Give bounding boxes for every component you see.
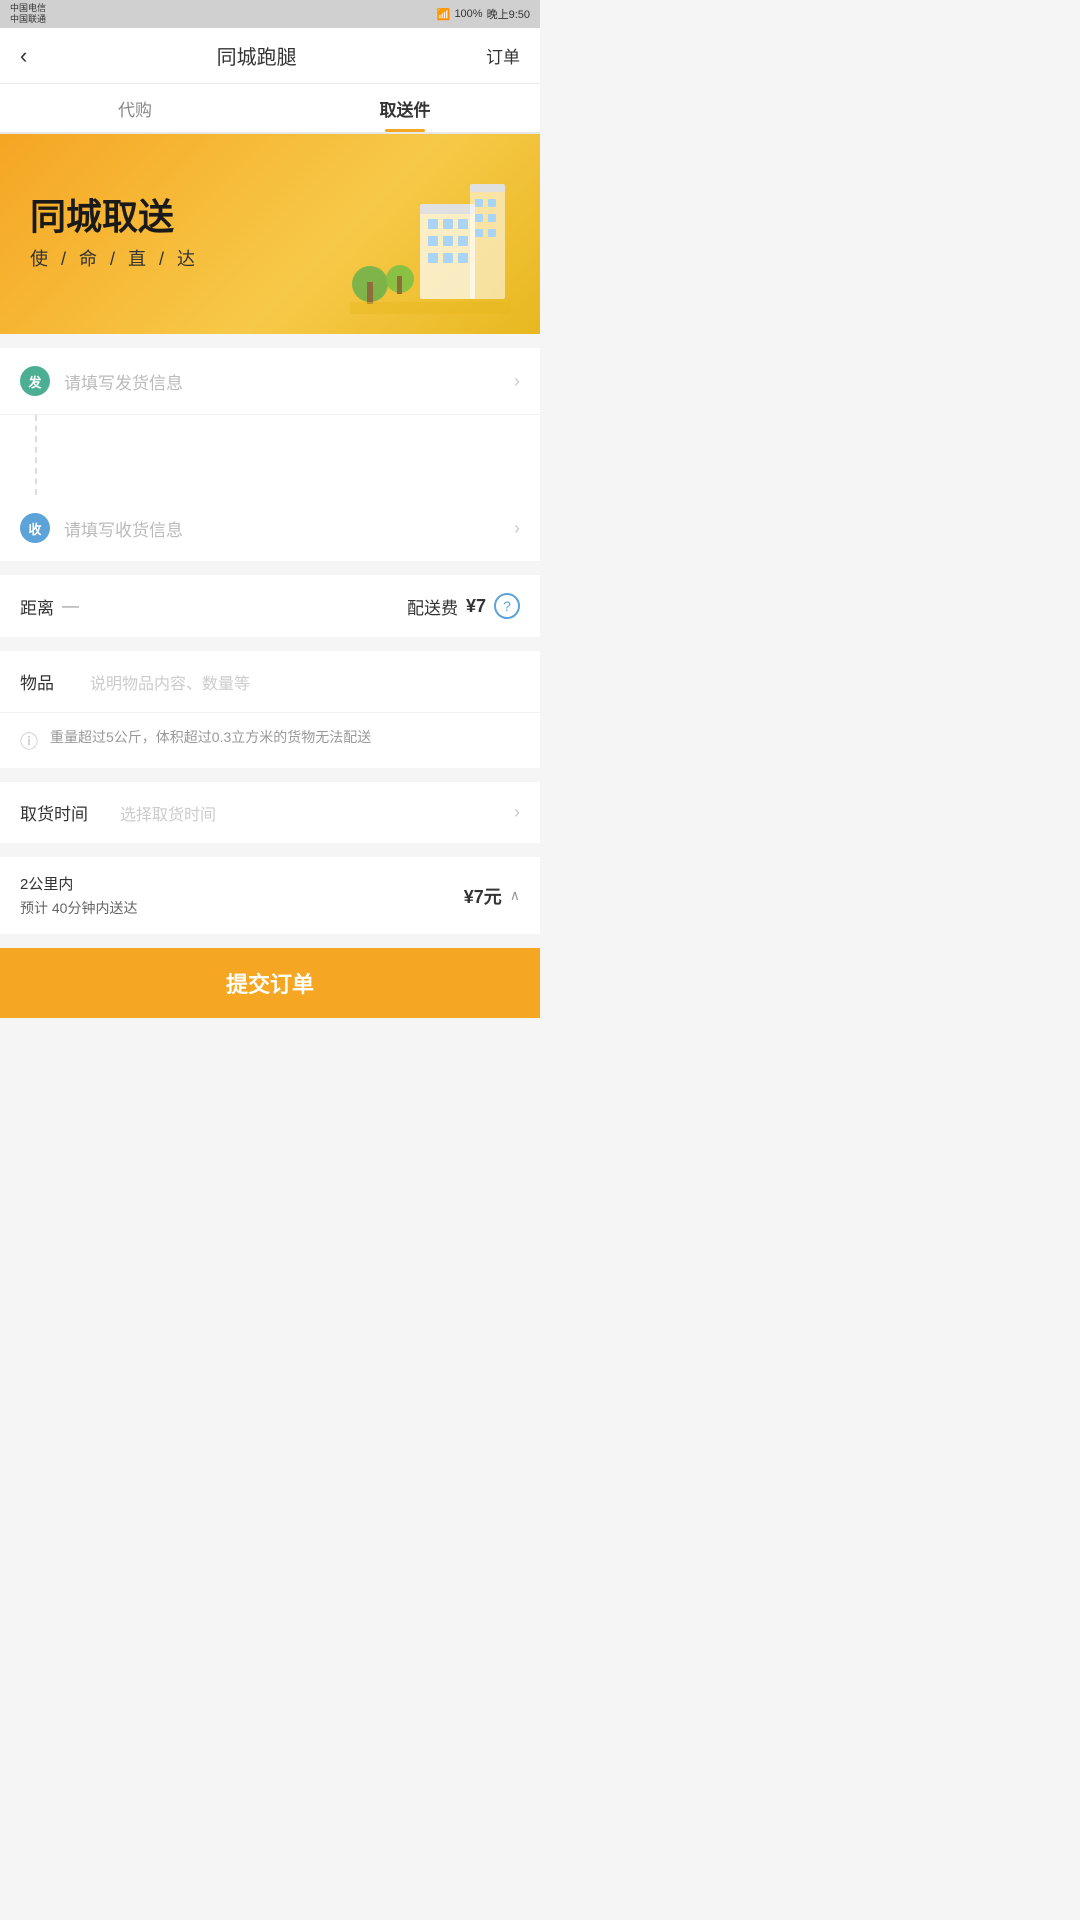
- delivery-label: 配送费: [407, 594, 458, 619]
- expand-icon: ∧: [510, 887, 520, 904]
- info-icon: ⓘ: [20, 728, 38, 754]
- banner-sub-title: 使 / 命 / 直 / 达: [30, 245, 350, 271]
- pickup-placeholder: 选择取货时间: [120, 801, 514, 825]
- item-label: 物品: [20, 669, 70, 694]
- distance-label: 距离: [20, 594, 54, 619]
- receiver-chevron-icon: ›: [514, 518, 520, 539]
- pickup-time-section[interactable]: 取货时间 选择取货时间 ›: [0, 782, 540, 843]
- time-text: 晚上9:50: [487, 6, 530, 22]
- sender-chevron-icon: ›: [514, 371, 520, 392]
- sender-row[interactable]: 发 请填写发货信息 ›: [0, 348, 540, 415]
- receiver-row[interactable]: 收 请填写收货信息 ›: [0, 495, 540, 561]
- receiver-placeholder: 请填写收货信息: [64, 516, 514, 541]
- order-button[interactable]: 订单: [486, 43, 520, 68]
- summary-price-text: ¥7元: [464, 883, 502, 909]
- tab-bar: 代购 取送件: [0, 84, 540, 134]
- banner: 同城取送 使 / 命 / 直 / 达: [0, 134, 540, 334]
- delivery-value: ¥7: [466, 596, 486, 617]
- address-divider: [35, 415, 540, 495]
- status-bar: 中国电信 中国联通 📶 100% 晚上9:50: [0, 0, 540, 28]
- submit-bar[interactable]: 提交订单: [0, 948, 540, 1018]
- battery-text: 100%: [454, 8, 482, 20]
- delivery-fee-item: 配送费 ¥7 ?: [407, 593, 520, 619]
- submit-button[interactable]: 提交订单: [226, 967, 314, 999]
- address-section: 发 请填写发货信息 › 收 请填写收货信息 ›: [0, 348, 540, 561]
- help-icon[interactable]: ?: [494, 593, 520, 619]
- item-section: 物品 说明物品内容、数量等 ⓘ 重量超过5公斤，体积超过0.3立方米的货物无法配…: [0, 651, 540, 768]
- summary-info: 2公里内 预计 40分钟内送达: [20, 873, 464, 918]
- banner-text: 同城取送 使 / 命 / 直 / 达: [30, 197, 350, 271]
- page-title: 同城跑腿: [217, 41, 297, 70]
- signal-icon: 📶: [437, 8, 451, 21]
- item-input-placeholder[interactable]: 说明物品内容、数量等: [90, 670, 520, 694]
- summary-price[interactable]: ¥7元 ∧: [464, 883, 520, 909]
- pickup-chevron-icon: ›: [514, 802, 520, 823]
- fee-section: 距离 — 配送费 ¥7 ?: [0, 575, 540, 637]
- tab-qusongijian[interactable]: 取送件: [270, 84, 540, 132]
- bottom-summary: 2公里内 预计 40分钟内送达 ¥7元 ∧: [0, 857, 540, 934]
- pickup-label: 取货时间: [20, 800, 100, 825]
- carrier-info: 中国电信 中国联通: [10, 3, 46, 25]
- sender-placeholder: 请填写发货信息: [64, 369, 514, 394]
- item-row: 物品 说明物品内容、数量等: [0, 651, 540, 713]
- receiver-badge: 收: [20, 513, 50, 543]
- header: ‹ 同城跑腿 订单: [0, 28, 540, 84]
- notice-row: ⓘ 重量超过5公斤，体积超过0.3立方米的货物无法配送: [0, 713, 540, 768]
- banner-main-title: 同城取送: [30, 197, 350, 237]
- banner-illustration: [350, 154, 510, 314]
- summary-estimate: 预计 40分钟内送达: [20, 898, 464, 918]
- sender-badge: 发: [20, 366, 50, 396]
- back-button[interactable]: ‹: [20, 43, 27, 69]
- distance-item: 距离 —: [20, 594, 79, 619]
- status-right: 📶 100% 晚上9:50: [437, 6, 530, 22]
- notice-text: 重量超过5公斤，体积超过0.3立方米的货物无法配送: [50, 727, 371, 748]
- tab-daigou[interactable]: 代购: [0, 84, 270, 132]
- summary-range: 2公里内: [20, 873, 464, 894]
- distance-value: —: [62, 596, 79, 616]
